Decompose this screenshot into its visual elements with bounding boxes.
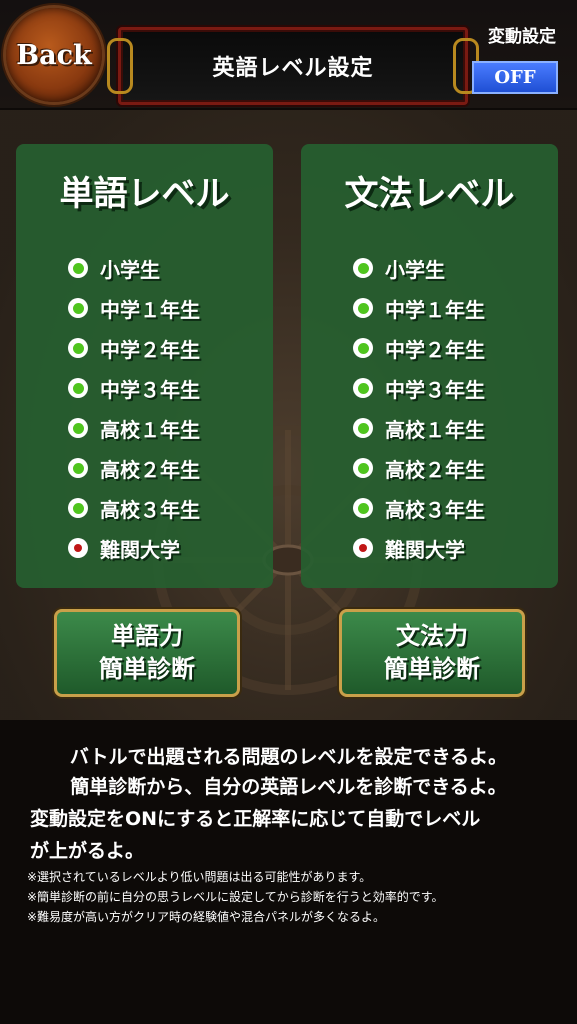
radio-icon[interactable] xyxy=(68,298,88,318)
word-level-label: 中学３年生 xyxy=(100,377,200,402)
word-level-label: 高校１年生 xyxy=(100,417,200,442)
grammar-level-option[interactable]: 難関大学 xyxy=(353,528,485,568)
word-level-panel: 単語レベル 小学生中学１年生中学２年生中学３年生高校１年生高校２年生高校３年生難… xyxy=(16,144,273,588)
radio-dot-icon xyxy=(72,502,84,514)
page-title: 英語レベル設定 xyxy=(107,27,479,105)
radio-dot-icon xyxy=(357,422,369,434)
radio-dot-icon xyxy=(357,502,369,514)
word-level-label: 中学２年生 xyxy=(100,337,200,362)
grammar-level-option[interactable]: 高校２年生 xyxy=(353,448,485,488)
word-diagnosis-label-2: 簡単診断 xyxy=(99,655,195,683)
info-panel: バトルで出題される問題のレベルを設定できるよ。 簡単診断から、自分の英語レベルを… xyxy=(0,720,577,1024)
radio-dot-icon xyxy=(72,342,84,354)
grammar-level-option[interactable]: 小学生 xyxy=(353,248,485,288)
grammar-level-option[interactable]: 中学２年生 xyxy=(353,328,485,368)
grammar-diagnosis-label-2: 簡単診断 xyxy=(384,655,480,683)
word-level-list: 小学生中学１年生中学２年生中学３年生高校１年生高校２年生高校３年生難関大学 xyxy=(68,248,200,568)
radio-icon[interactable] xyxy=(353,378,373,398)
radio-dot-icon xyxy=(357,262,369,274)
info-line-2: 簡単診断から、自分の英語レベルを診断できるよ。 xyxy=(70,776,507,798)
grammar-level-option[interactable]: 中学１年生 xyxy=(353,288,485,328)
grammar-level-label: 難関大学 xyxy=(385,537,465,562)
radio-dot-icon xyxy=(357,382,369,394)
word-diagnosis-button[interactable]: 単語力 簡単診断 xyxy=(54,609,240,697)
word-level-title: 単語レベル xyxy=(59,174,230,214)
word-level-option[interactable]: 中学１年生 xyxy=(68,288,200,328)
grammar-level-title: 文法レベル xyxy=(344,174,515,214)
radio-icon[interactable] xyxy=(353,498,373,518)
word-level-option[interactable]: 難関大学 xyxy=(68,528,200,568)
word-level-label: 難関大学 xyxy=(100,537,180,562)
grammar-diagnosis-button[interactable]: 文法力 簡単診断 xyxy=(339,609,525,697)
info-line-1: バトルで出題される問題のレベルを設定できるよ。 xyxy=(69,746,508,768)
note-1: ※選択されているレベルより低い問題は出る可能性があります。 xyxy=(27,870,372,884)
word-level-label: 小学生 xyxy=(100,257,160,282)
radio-dot-icon xyxy=(72,302,84,314)
radio-icon[interactable] xyxy=(68,258,88,278)
auto-adjust-label: 変動設定 xyxy=(488,27,556,47)
radio-icon[interactable] xyxy=(68,538,88,558)
radio-icon[interactable] xyxy=(68,338,88,358)
note-2: ※簡単診断の前に自分の思うレベルに設定してから診断を行うと効率的です。 xyxy=(27,890,444,904)
radio-dot-icon xyxy=(357,462,369,474)
word-level-label: 中学１年生 xyxy=(100,297,200,322)
radio-dot-icon xyxy=(74,544,82,552)
grammar-level-label: 小学生 xyxy=(385,257,445,282)
grammar-level-label: 中学２年生 xyxy=(385,337,485,362)
grammar-level-label: 高校１年生 xyxy=(385,417,485,442)
info-line-4: が上がるよ。 xyxy=(30,840,145,862)
grammar-level-panel: 文法レベル 小学生中学１年生中学２年生中学３年生高校１年生高校２年生高校３年生難… xyxy=(301,144,558,588)
radio-icon[interactable] xyxy=(353,258,373,278)
radio-dot-icon xyxy=(72,382,84,394)
word-diagnosis-label-1: 単語力 xyxy=(111,622,183,650)
radio-icon[interactable] xyxy=(353,298,373,318)
radio-icon[interactable] xyxy=(353,538,373,558)
radio-dot-icon xyxy=(357,342,369,354)
radio-dot-icon xyxy=(72,262,84,274)
grammar-level-label: 中学１年生 xyxy=(385,297,485,322)
word-level-option[interactable]: 小学生 xyxy=(68,248,200,288)
radio-icon[interactable] xyxy=(68,418,88,438)
grammar-diagnosis-label-1: 文法力 xyxy=(396,622,468,650)
radio-icon[interactable] xyxy=(68,458,88,478)
auto-adjust-toggle[interactable]: OFF xyxy=(472,61,558,94)
word-level-label: 高校２年生 xyxy=(100,457,200,482)
radio-dot-icon xyxy=(72,422,84,434)
word-level-option[interactable]: 中学３年生 xyxy=(68,368,200,408)
radio-icon[interactable] xyxy=(353,338,373,358)
radio-icon[interactable] xyxy=(353,418,373,438)
radio-icon[interactable] xyxy=(68,378,88,398)
grammar-level-label: 高校３年生 xyxy=(385,497,485,522)
note-3: ※難易度が高い方がクリア時の経験値や混合パネルが多くなるよ。 xyxy=(27,910,386,924)
grammar-level-label: 高校２年生 xyxy=(385,457,485,482)
back-button[interactable]: Back xyxy=(6,8,102,102)
radio-icon[interactable] xyxy=(353,458,373,478)
grammar-level-option[interactable]: 高校１年生 xyxy=(353,408,485,448)
word-level-option[interactable]: 高校１年生 xyxy=(68,408,200,448)
word-level-option[interactable]: 高校２年生 xyxy=(68,448,200,488)
radio-dot-icon xyxy=(359,544,367,552)
grammar-level-label: 中学３年生 xyxy=(385,377,485,402)
grammar-level-list: 小学生中学１年生中学２年生中学３年生高校１年生高校２年生高校３年生難関大学 xyxy=(353,248,485,568)
radio-icon[interactable] xyxy=(68,498,88,518)
word-level-option[interactable]: 中学２年生 xyxy=(68,328,200,368)
word-level-option[interactable]: 高校３年生 xyxy=(68,488,200,528)
word-level-label: 高校３年生 xyxy=(100,497,200,522)
grammar-level-option[interactable]: 中学３年生 xyxy=(353,368,485,408)
level-settings-screen: Back 英語レベル設定 変動設定 OFF 単語レベル 小学生中学１年生中学２年… xyxy=(0,0,577,1024)
radio-dot-icon xyxy=(357,302,369,314)
info-line-3: 変動設定をONにすると正解率に応じて自動でレベル xyxy=(30,808,481,830)
grammar-level-option[interactable]: 高校３年生 xyxy=(353,488,485,528)
radio-dot-icon xyxy=(72,462,84,474)
